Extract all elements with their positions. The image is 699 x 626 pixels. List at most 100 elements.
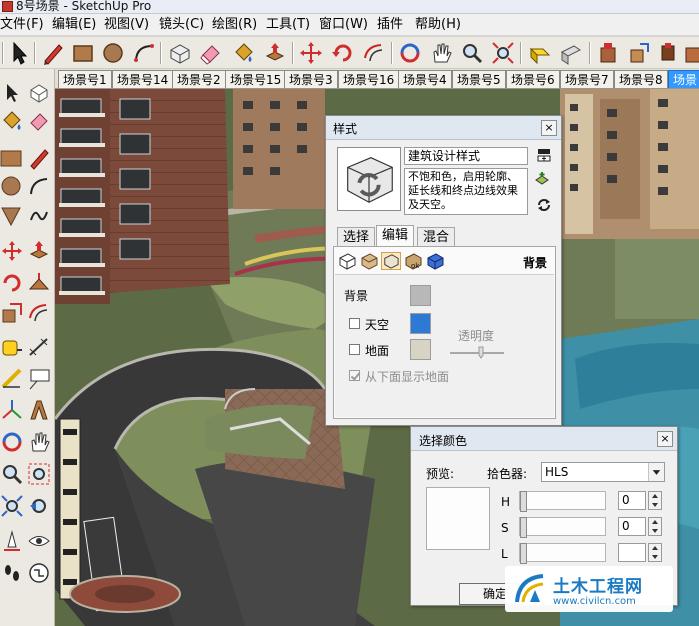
next-view-icon[interactable]: [558, 40, 584, 66]
rectangle-icon[interactable]: [70, 40, 96, 66]
h-slider[interactable]: [519, 491, 606, 512]
background-color-swatch[interactable]: [410, 285, 431, 306]
tab-scene-16[interactable]: 场景号16: [338, 70, 400, 88]
tab-scene-8[interactable]: 场景号8: [614, 70, 668, 88]
ground-checkbox[interactable]: [349, 344, 360, 355]
tab-scene-15[interactable]: 场景号15: [225, 70, 287, 88]
extension-icon[interactable]: [682, 40, 699, 66]
color-picker-select[interactable]: HLS: [541, 462, 665, 482]
tab-scene-1[interactable]: 场景号1: [58, 70, 112, 88]
move-icon[interactable]: [298, 40, 324, 66]
scale-icon[interactable]: [0, 301, 24, 325]
line-icon[interactable]: [27, 146, 51, 170]
follow-me-icon[interactable]: [27, 271, 51, 295]
pan-icon[interactable]: [27, 430, 51, 454]
edge-settings-icon[interactable]: [337, 252, 357, 270]
previous-view-icon[interactable]: [527, 40, 553, 66]
show-ground-below-checkbox[interactable]: [349, 370, 360, 381]
tab-edit[interactable]: 编辑: [376, 225, 415, 247]
polygon-icon[interactable]: [0, 204, 24, 228]
walk-icon[interactable]: [0, 561, 24, 585]
transparency-slider[interactable]: [450, 346, 504, 360]
tab-select[interactable]: 选择: [337, 227, 376, 247]
zoom-extents-icon[interactable]: [490, 40, 516, 66]
component-icon[interactable]: [27, 81, 51, 105]
eraser-icon[interactable]: [27, 109, 51, 133]
tab-scene-current[interactable]: 场景: [668, 70, 699, 88]
menu-plugins[interactable]: 插件: [377, 14, 403, 36]
circle-icon[interactable]: [100, 40, 126, 66]
select-icon[interactable]: [0, 81, 24, 105]
menu-camera[interactable]: 镜头(C): [159, 14, 204, 36]
menu-edit[interactable]: 编辑(E): [52, 14, 96, 36]
offset-icon[interactable]: [27, 301, 51, 325]
zoom-extents-icon[interactable]: [0, 494, 24, 518]
modeling-settings-icon[interactable]: [425, 252, 445, 270]
rotate-icon[interactable]: [330, 40, 356, 66]
protractor-icon[interactable]: [0, 367, 24, 391]
h-spinner[interactable]: [648, 491, 662, 510]
color-dialog-titlebar[interactable]: 选择颜色 ×: [411, 427, 677, 451]
previous-icon[interactable]: [27, 494, 51, 518]
axes-icon[interactable]: [0, 398, 24, 422]
tab-scene-3[interactable]: 场景号3: [284, 70, 338, 88]
tape-measure-icon[interactable]: [0, 335, 24, 359]
menu-tools[interactable]: 工具(T): [266, 14, 310, 36]
menu-window[interactable]: 窗口(W): [319, 14, 368, 36]
warehouse-icon[interactable]: [595, 40, 621, 66]
create-style-icon[interactable]: [534, 171, 550, 187]
orbit-icon[interactable]: [0, 430, 24, 454]
move-icon[interactable]: [0, 239, 24, 263]
paint-bucket-icon[interactable]: [0, 109, 24, 133]
update-style-icon[interactable]: [536, 197, 552, 213]
select-icon[interactable]: [6, 40, 32, 66]
component-search-icon[interactable]: [657, 40, 683, 66]
text-icon[interactable]: [27, 367, 51, 391]
arc-icon[interactable]: [131, 40, 157, 66]
push-pull-icon[interactable]: [262, 40, 288, 66]
tab-mix[interactable]: 混合: [417, 227, 456, 247]
s-value-field[interactable]: 0: [618, 517, 646, 536]
s-slider[interactable]: [519, 517, 606, 538]
rectangle-icon[interactable]: [0, 146, 24, 170]
close-icon[interactable]: ×: [541, 120, 557, 136]
rotate-icon[interactable]: [0, 271, 24, 295]
zoom-window-icon[interactable]: [27, 462, 51, 486]
sky-color-swatch[interactable]: [410, 313, 431, 334]
watermark-settings-icon[interactable]: ok: [403, 252, 423, 270]
pencil-icon[interactable]: [40, 40, 66, 66]
menu-file[interactable]: 文件(F): [0, 14, 44, 36]
tab-scene-7[interactable]: 场景号7: [560, 70, 614, 88]
tab-scene-5[interactable]: 场景号5: [452, 70, 506, 88]
details-toggle-icon[interactable]: [536, 147, 552, 163]
tab-scene-4[interactable]: 场景号4: [398, 70, 452, 88]
orbit-icon[interactable]: [397, 40, 423, 66]
style-name-field[interactable]: 建筑设计样式: [404, 147, 528, 165]
tab-scene-6[interactable]: 场景号6: [506, 70, 560, 88]
l-slider[interactable]: [519, 543, 606, 564]
sky-checkbox[interactable]: [349, 318, 360, 329]
l-value-field[interactable]: [618, 543, 646, 562]
zoom-icon[interactable]: [0, 462, 24, 486]
3d-text-icon[interactable]: [27, 398, 51, 422]
menu-draw[interactable]: 绘图(R): [212, 14, 257, 36]
look-around-icon[interactable]: [27, 529, 51, 553]
section-plane-icon[interactable]: [27, 561, 51, 585]
background-settings-icon[interactable]: [381, 252, 401, 270]
s-spinner[interactable]: [648, 517, 662, 536]
menu-view[interactable]: 视图(V): [104, 14, 149, 36]
face-settings-icon[interactable]: [359, 252, 379, 270]
pan-icon[interactable]: [428, 40, 454, 66]
h-value-field[interactable]: 0: [618, 491, 646, 510]
tab-scene-2[interactable]: 场景号2: [172, 70, 226, 88]
dimension-icon[interactable]: [27, 335, 51, 359]
make-component-icon[interactable]: [167, 40, 193, 66]
position-camera-icon[interactable]: [0, 529, 24, 553]
circle-icon[interactable]: [0, 174, 24, 198]
arc-icon[interactable]: [27, 174, 51, 198]
ground-color-swatch[interactable]: [410, 339, 431, 360]
offset-icon[interactable]: [361, 40, 387, 66]
share-model-icon[interactable]: [626, 40, 652, 66]
zoom-icon[interactable]: [459, 40, 485, 66]
l-spinner[interactable]: [648, 543, 662, 562]
